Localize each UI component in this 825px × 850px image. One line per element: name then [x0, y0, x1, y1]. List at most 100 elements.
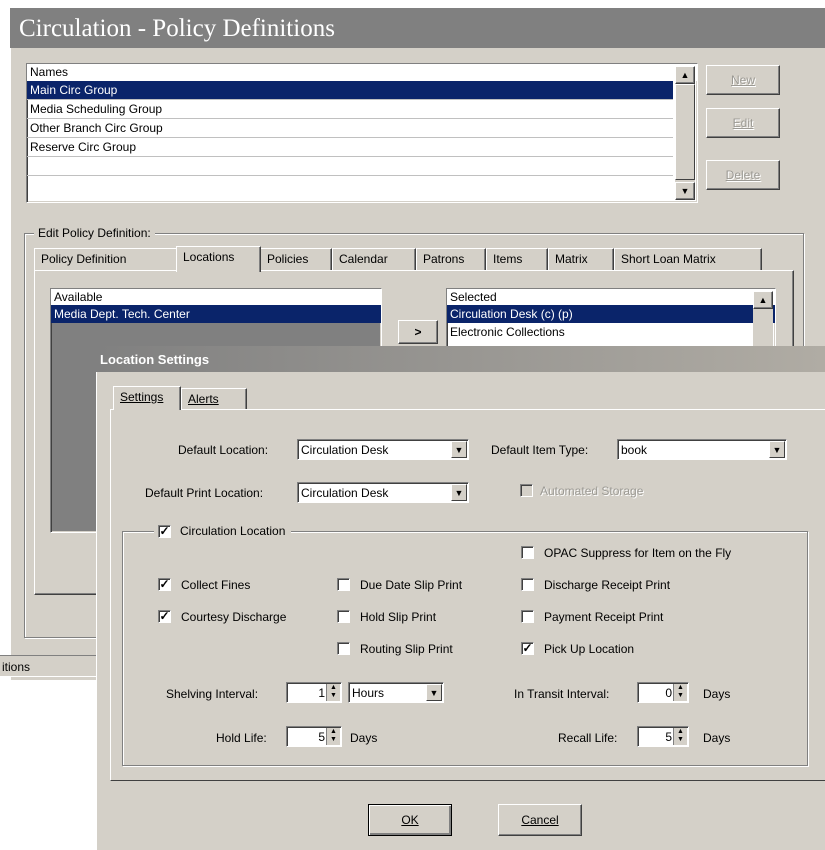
tab-label: Policy Definition: [41, 252, 127, 266]
tab-alerts[interactable]: Alerts: [181, 388, 247, 410]
courtesy-discharge-label: Courtesy Discharge: [181, 610, 287, 624]
list-item[interactable]: Media Scheduling Group: [27, 100, 673, 119]
default-item-type-select[interactable]: book ▼: [617, 439, 787, 460]
window-title-bar: Circulation - Policy Definitions: [10, 8, 825, 48]
tab-calendar[interactable]: Calendar: [332, 248, 416, 270]
list-item[interactable]: Other Branch Circ Group: [27, 119, 673, 138]
scroll-up-icon[interactable]: ▲: [753, 291, 773, 309]
shelving-interval-value: 1: [318, 686, 325, 700]
courtesy-discharge-checkbox[interactable]: ✓: [158, 610, 171, 623]
list-item[interactable]: Main Circ Group: [27, 81, 673, 100]
chevron-down-icon[interactable]: ▼: [426, 684, 442, 701]
chevron-down-icon[interactable]: ▼: [769, 441, 785, 458]
ok-button[interactable]: OK: [368, 804, 452, 836]
hold-slip-checkbox[interactable]: [337, 610, 350, 623]
payment-receipt-label: Payment Receipt Print: [544, 610, 664, 624]
tab-patrons[interactable]: Patrons: [416, 248, 486, 270]
routing-slip-checkbox[interactable]: [337, 642, 350, 655]
dialog-title: Location Settings: [100, 352, 210, 367]
tab-items[interactable]: Items: [486, 248, 548, 270]
tab-policy-definition[interactable]: Policy Definition: [34, 248, 182, 270]
list-item[interactable]: Electronic Collections: [447, 323, 775, 341]
scroll-down-icon[interactable]: ▼: [675, 182, 695, 200]
chevron-down-icon[interactable]: ▼: [451, 484, 467, 501]
list-item[interactable]: Circulation Desk (c) (p): [447, 305, 775, 323]
in-transit-value: 0: [665, 686, 672, 700]
spinner-arrows-icon[interactable]: ▲ ▼: [673, 728, 687, 745]
hold-life-label: Hold Life:: [216, 731, 267, 745]
spinner-arrows-icon[interactable]: ▲ ▼: [673, 684, 687, 701]
ok-label: OK: [401, 813, 419, 827]
in-transit-spinner[interactable]: 0 ▲ ▼: [637, 682, 689, 703]
tab-label: Patrons: [423, 252, 465, 266]
routing-slip-label: Routing Slip Print: [360, 642, 453, 656]
payment-receipt-checkbox[interactable]: [521, 610, 534, 623]
default-print-location-value: Circulation Desk: [301, 486, 389, 500]
list-item[interactable]: Media Dept. Tech. Center: [51, 305, 381, 323]
status-text: itions: [2, 660, 31, 674]
default-print-location-select[interactable]: Circulation Desk ▼: [297, 482, 469, 503]
tab-settings[interactable]: Settings: [113, 386, 181, 410]
hold-life-spinner[interactable]: 5 ▲ ▼: [286, 726, 342, 747]
discharge-receipt-checkbox[interactable]: [521, 578, 534, 591]
tab-label: Settings: [120, 390, 164, 404]
spinner-arrows-icon[interactable]: ▲ ▼: [326, 684, 340, 701]
spinner-arrows-icon[interactable]: ▲ ▼: [326, 728, 340, 745]
recall-life-spinner[interactable]: 5 ▲ ▼: [637, 726, 689, 747]
in-transit-unit: Days: [703, 687, 731, 701]
tab-label: Alerts: [188, 392, 219, 406]
selected-scrollbar[interactable]: ▲: [753, 291, 773, 347]
cancel-label: Cancel: [521, 813, 559, 827]
due-date-slip-checkbox[interactable]: [337, 578, 350, 591]
scroll-thumb[interactable]: [675, 84, 695, 180]
recall-life-label: Recall Life:: [558, 731, 618, 745]
edit-label: Edit: [732, 116, 754, 130]
tab-label: Items: [493, 252, 523, 266]
circulation-location-checkbox[interactable]: ✓: [158, 525, 171, 538]
selected-list[interactable]: Selected Circulation Desk (c) (p) Electr…: [446, 288, 776, 348]
chevron-down-icon[interactable]: ▼: [451, 441, 467, 458]
default-item-type-label: Default Item Type:: [491, 443, 589, 457]
policy-tabs: Policy Definition Locations Policies Cal…: [34, 246, 794, 272]
available-header: Available: [51, 289, 381, 305]
shelving-interval-spinner[interactable]: 1 ▲ ▼: [286, 682, 342, 703]
automated-storage-checkbox[interactable]: [520, 484, 533, 497]
move-right-button[interactable]: >: [398, 320, 438, 344]
scroll-up-icon[interactable]: ▲: [675, 66, 695, 84]
collect-fines-checkbox[interactable]: ✓: [158, 578, 171, 591]
shelving-interval-label: Shelving Interval:: [166, 687, 259, 701]
new-button[interactable]: New: [706, 65, 780, 95]
default-location-label: Default Location:: [178, 443, 269, 457]
default-print-location-label: Default Print Location:: [145, 486, 264, 500]
shelving-unit-select[interactable]: Hours ▼: [348, 682, 444, 703]
tab-label: Locations: [183, 250, 235, 264]
names-list[interactable]: Names Main Circ Group Media Scheduling Gr…: [26, 63, 698, 203]
recall-life-unit: Days: [703, 731, 731, 745]
move-right-label: >: [414, 325, 422, 339]
tab-matrix[interactable]: Matrix: [548, 248, 614, 270]
default-location-value: Circulation Desk: [301, 443, 389, 457]
opac-suppress-label: OPAC Suppress for Item on the Fly: [544, 546, 732, 560]
default-location-select[interactable]: Circulation Desk ▼: [297, 439, 469, 460]
names-header: Names: [27, 64, 697, 81]
list-item[interactable]: [27, 157, 673, 176]
discharge-receipt-label: Discharge Receipt Print: [544, 578, 671, 592]
tab-short-loan-matrix[interactable]: Short Loan Matrix: [614, 248, 762, 270]
delete-label: Delete: [725, 168, 761, 182]
tab-label: Matrix: [555, 252, 588, 266]
tab-locations[interactable]: Locations: [176, 246, 261, 272]
delete-button[interactable]: Delete: [706, 160, 780, 190]
dialog-title-bar: Location Settings: [96, 346, 825, 372]
list-item[interactable]: Reserve Circ Group: [27, 138, 673, 157]
status-bar: itions: [0, 655, 100, 677]
opac-suppress-checkbox[interactable]: [521, 546, 534, 559]
pick-up-location-label: Pick Up Location: [544, 642, 635, 656]
due-date-slip-label: Due Date Slip Print: [360, 578, 463, 592]
edit-policy-legend: Edit Policy Definition:: [34, 226, 155, 240]
pick-up-location-checkbox[interactable]: ✓: [521, 642, 534, 655]
tab-policies[interactable]: Policies: [260, 248, 332, 270]
edit-button[interactable]: Edit: [706, 108, 780, 138]
circulation-legend: ✓ Circulation Location: [154, 522, 292, 540]
names-scrollbar[interactable]: ▲ ▼: [675, 66, 695, 200]
cancel-button[interactable]: Cancel: [498, 804, 582, 836]
